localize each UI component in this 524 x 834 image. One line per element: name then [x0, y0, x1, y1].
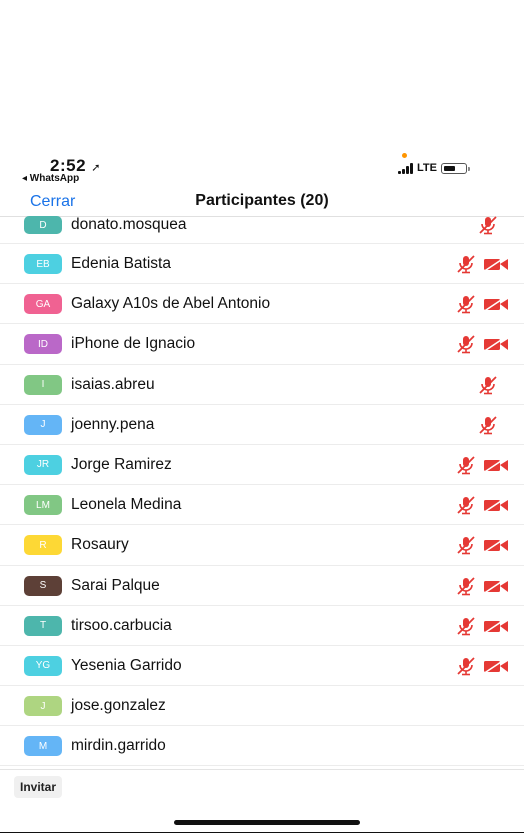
- participant-row[interactable]: S Sarai Palque: [0, 566, 524, 606]
- mic-muted-icon: [455, 575, 477, 597]
- video-off-icon: [482, 494, 510, 516]
- participant-row[interactable]: YG Yesenia Garrido: [0, 646, 524, 687]
- mic-muted-icon: [477, 374, 499, 396]
- mic-muted-icon: [455, 534, 477, 556]
- video-off-icon: [482, 655, 510, 677]
- video-off-icon: [482, 575, 510, 597]
- participant-row[interactable]: Ddonato.mosquea: [0, 216, 524, 244]
- avatar: YG: [24, 655, 62, 676]
- participant-name: iPhone de Ignacio: [71, 335, 196, 353]
- mic-muted-icon: [455, 333, 477, 355]
- bottom-divider: [0, 832, 524, 833]
- participant-row[interactable]: ID iPhone de Ignacio: [0, 324, 524, 365]
- participant-name: mirdin.garrido: [71, 737, 166, 755]
- avatar: EB: [24, 254, 62, 274]
- mic-muted-icon: [455, 494, 477, 516]
- mic-in-use-indicator-icon: [402, 153, 407, 158]
- battery-icon: [440, 162, 470, 174]
- participant-name: Jorge Ramirez: [71, 455, 172, 473]
- avatar: ID: [24, 334, 62, 355]
- mic-muted-icon: [455, 615, 477, 637]
- participant-row[interactable]: R Rosaury: [0, 525, 524, 566]
- page-title: Participantes (20): [195, 192, 329, 209]
- video-off-icon: [482, 333, 510, 355]
- participant-row[interactable]: Jjose.gonzalez: [0, 686, 524, 727]
- participant-row[interactable]: Iisaias.abreu: [0, 365, 524, 405]
- network-type-label: LTE: [417, 162, 437, 174]
- avatar: GA: [24, 294, 62, 315]
- participant-name: joenny.pena: [71, 415, 155, 433]
- location-arrow-icon: ➚: [91, 162, 101, 174]
- avatar: JR: [24, 454, 62, 475]
- avatar: M: [24, 736, 62, 757]
- participant-row[interactable]: Mmirdin.garrido: [0, 726, 524, 767]
- participant-row[interactable]: EB Edenia Batista: [0, 244, 524, 285]
- participant-name: Edenia Batista: [71, 255, 171, 272]
- participant-row[interactable]: GA Galaxy A10s de Abel Antonio: [0, 284, 524, 325]
- participant-name: tirsoo.carbucia: [71, 616, 172, 634]
- avatar: I: [24, 374, 62, 395]
- invite-button[interactable]: Invitar: [14, 776, 63, 798]
- mic-muted-icon: [477, 414, 499, 436]
- mic-muted-icon: [455, 253, 477, 275]
- home-indicator[interactable]: [174, 820, 360, 825]
- avatar: D: [24, 216, 62, 234]
- video-off-icon: [482, 534, 510, 556]
- participant-row[interactable]: Jjoenny.pena: [0, 405, 524, 445]
- avatar: LM: [24, 495, 62, 516]
- video-off-icon: [482, 454, 510, 476]
- participant-name: donato.mosquea: [71, 216, 187, 233]
- status-network-group: LTE: [398, 160, 470, 176]
- avatar: R: [24, 535, 62, 556]
- participant-list: Ddonato.mosquea EB Edenia Batista GA Galaxy …: [0, 216, 524, 767]
- video-off-icon: [482, 293, 510, 315]
- back-to-app-link[interactable]: ◂ WhatsApp: [22, 173, 79, 184]
- participant-name: jose.gonzalez: [71, 697, 166, 715]
- avatar: T: [24, 615, 62, 636]
- signal-strength-icon: [398, 162, 413, 174]
- nav-bar: Cerrar Participantes (20): [0, 188, 524, 217]
- participant-row[interactable]: Ttirsoo.carbucia: [0, 606, 524, 646]
- mic-muted-icon: [455, 454, 477, 476]
- participant-name: Galaxy A10s de Abel Antonio: [71, 295, 271, 313]
- avatar: J: [24, 414, 62, 435]
- participant-name: Sarai Palque: [71, 576, 160, 594]
- participant-name: isaias.abreu: [71, 375, 155, 393]
- participant-row[interactable]: LM Leonela Medina: [0, 485, 524, 526]
- avatar: S: [24, 575, 62, 596]
- mic-muted-icon: [455, 293, 477, 315]
- video-off-icon: [482, 615, 510, 637]
- mic-muted-icon: [477, 214, 499, 236]
- participant-name: Rosaury: [71, 536, 129, 554]
- participant-name: Leonela Medina: [71, 496, 182, 514]
- participant-name: Yesenia Garrido: [71, 656, 182, 674]
- participant-row[interactable]: JR Jorge Ramirez: [0, 445, 524, 486]
- video-off-icon: [482, 253, 510, 275]
- avatar: J: [24, 696, 62, 717]
- mic-muted-icon: [455, 655, 477, 677]
